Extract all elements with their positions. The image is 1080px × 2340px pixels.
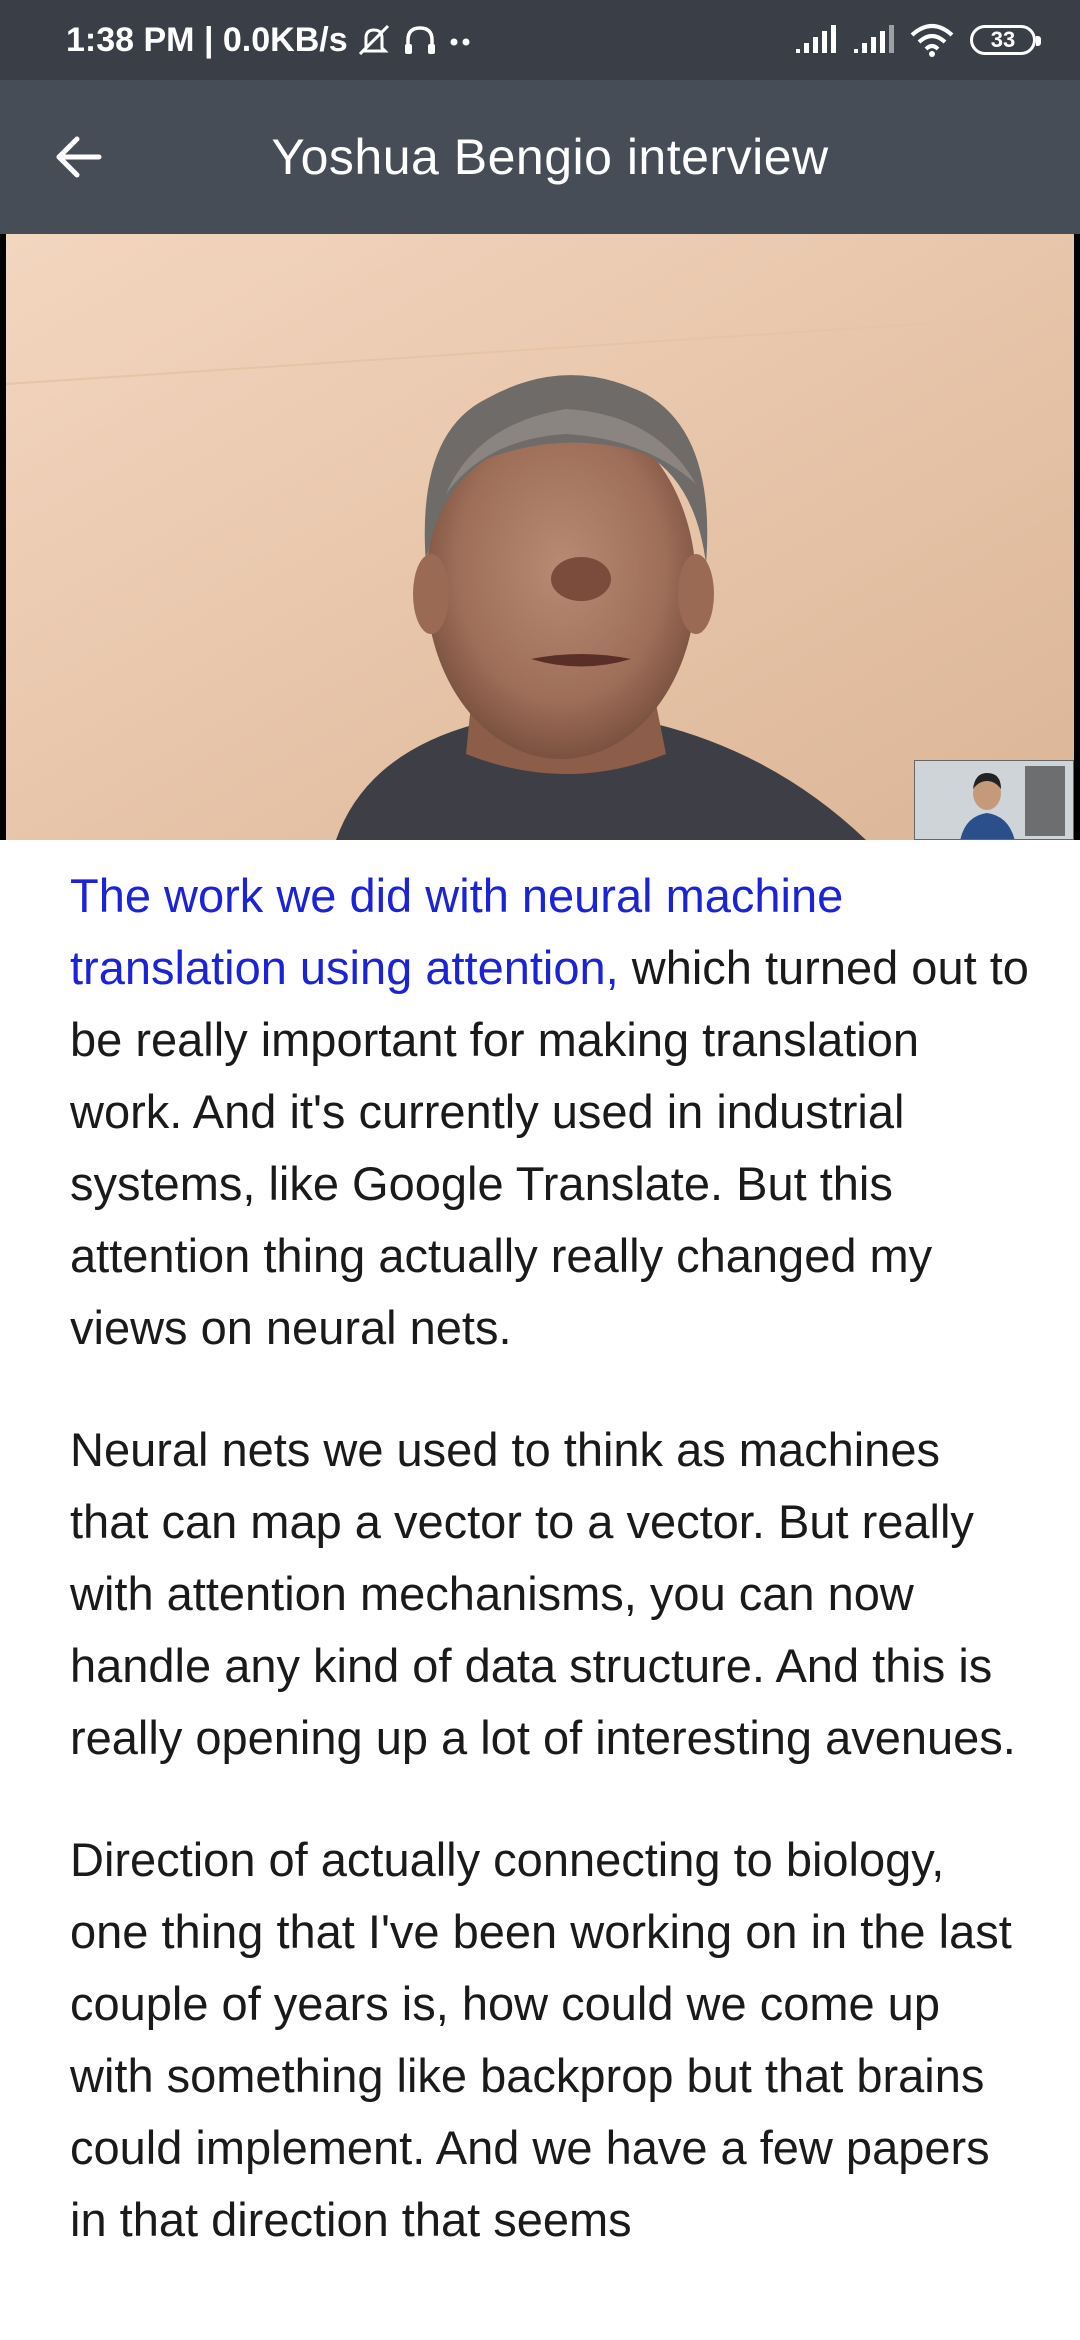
- battery-icon: 33: [970, 25, 1041, 55]
- status-left: 1:38 PM | 0.0KB/s: [66, 21, 476, 60]
- speaker-video-image: [6, 234, 1074, 840]
- video-frame: [6, 234, 1074, 840]
- interviewer-thumbnail: [914, 760, 1074, 840]
- headphones-icon: [400, 22, 440, 58]
- app-bar: Yoshua Bengio interview: [0, 80, 1080, 234]
- battery-level: 33: [990, 27, 1016, 52]
- transcript-paragraph-1: The work we did with neural machine tran…: [70, 860, 1030, 1364]
- video-player[interactable]: [0, 234, 1080, 840]
- transcript: The work we did with neural machine tran…: [70, 860, 1030, 2306]
- transcript-text: which turned out to be really important …: [70, 941, 1029, 1354]
- signal-icon: [794, 25, 836, 55]
- status-right: 33: [794, 23, 1041, 57]
- wifi-icon: [910, 23, 954, 57]
- signal-icon: [852, 25, 894, 55]
- transcript-paragraph-2: Neural nets we used to think as machines…: [70, 1423, 1016, 1764]
- status-bar: 1:38 PM | 0.0KB/s 33: [0, 0, 1080, 80]
- page-title: Yoshua Bengio interview: [271, 129, 829, 185]
- mute-icon: [354, 22, 394, 58]
- status-time: 1:38 PM | 0.0KB/s: [66, 20, 348, 59]
- more-dots-icon: [446, 22, 476, 58]
- transcript-paragraph-3: Direction of actually connecting to biol…: [70, 1833, 1012, 2246]
